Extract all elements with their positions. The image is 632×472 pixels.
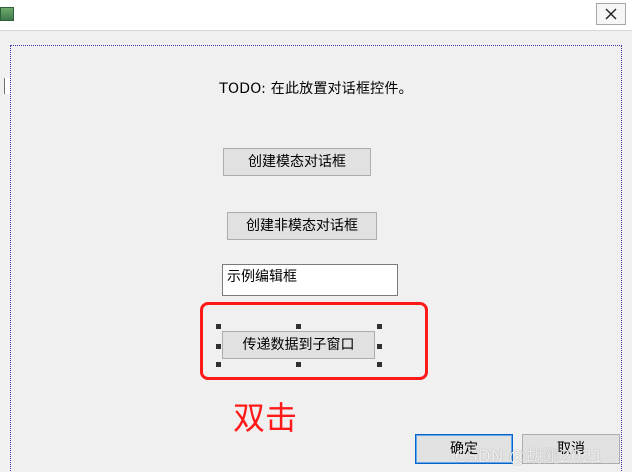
app-icon: [0, 7, 14, 21]
title-bar[interactable]: [0, 0, 632, 31]
example-edit-box[interactable]: 示例编辑框: [222, 264, 398, 296]
dialog-window: TODO: 在此放置对话框控件。 创建模态对话框 创建非模态对话框 示例编辑框 …: [0, 0, 632, 472]
ok-button[interactable]: 确定: [415, 434, 513, 464]
create-modeless-dialog-button[interactable]: 创建非模态对话框: [227, 212, 377, 240]
todo-label: TODO: 在此放置对话框控件。: [219, 81, 413, 97]
annotation-highlight-box: [200, 302, 428, 380]
double-click-annotation: 双击: [233, 399, 298, 437]
close-icon: [605, 8, 617, 20]
close-button[interactable]: [596, 3, 626, 25]
cancel-button[interactable]: 取消: [522, 434, 620, 464]
create-modal-dialog-button[interactable]: 创建模态对话框: [223, 148, 371, 176]
dialog-design-frame: [10, 45, 622, 472]
